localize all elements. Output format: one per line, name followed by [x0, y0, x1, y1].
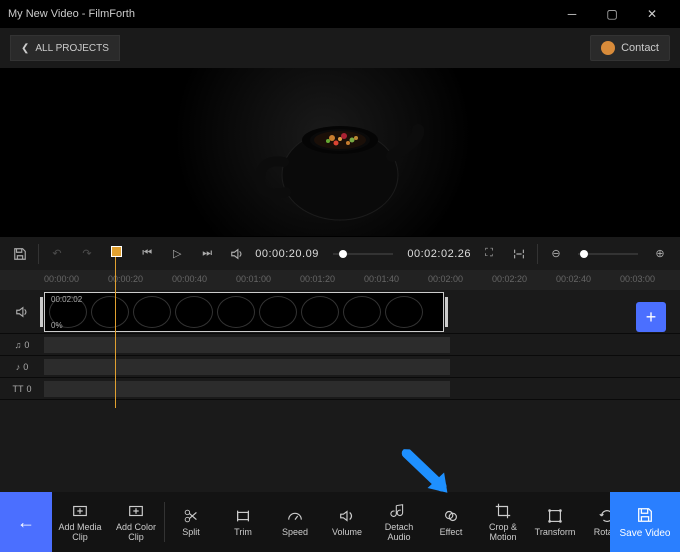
preview-area [0, 68, 680, 236]
fullscreen-button[interactable]: ⛶ [477, 242, 501, 266]
video-clip[interactable]: 00:02:02 0% [44, 292, 444, 332]
ruler-mark: 00:01:40 [364, 274, 399, 284]
save-project-button[interactable] [8, 242, 32, 266]
effect-button[interactable]: Effect [425, 492, 477, 552]
music-lane[interactable] [44, 337, 450, 353]
text-lane[interactable] [44, 381, 450, 397]
timeline: 00:02:02 0% + ♫ 0 ♪ 0 TT 0 [0, 290, 680, 460]
maximize-button[interactable]: ▢ [592, 0, 632, 28]
rotate-button[interactable]: Rotate [581, 492, 610, 552]
next-frame-button[interactable]: ⏭ [195, 242, 219, 266]
contact-icon [601, 41, 615, 55]
save-icon [636, 506, 654, 524]
chevron-left-icon: ❮ [21, 43, 29, 54]
contact-label: Contact [621, 42, 659, 54]
minimize-button[interactable]: ─ [552, 0, 592, 28]
tutorial-arrow-icon [397, 449, 459, 501]
speed-button[interactable]: Speed [269, 492, 321, 552]
text-icon: TT 0 [0, 384, 44, 394]
bottom-toolbar: ← Add Media Clip Add Color Clip Split Tr… [0, 492, 680, 552]
snap-button[interactable] [507, 242, 531, 266]
preview-canvas[interactable] [170, 68, 510, 236]
ruler-mark: 00:02:20 [492, 274, 527, 284]
audio-track[interactable]: ♪ 0 [0, 356, 680, 378]
transport-bar: ↶ ↷ ⏮ ▷ ⏭ 00:00:20.09 00:02:02.26 ⛶ ⊖ ⊕ [0, 236, 680, 270]
volume-button[interactable]: Volume [321, 492, 373, 552]
playhead[interactable] [115, 248, 116, 408]
ruler-mark: 00:01:00 [236, 274, 271, 284]
clip-opacity: 0% [51, 321, 63, 330]
ruler-mark: 00:00:00 [44, 274, 79, 284]
transform-button[interactable]: Transform [529, 492, 581, 552]
all-projects-button[interactable]: ❮ ALL PROJECTS [10, 35, 120, 61]
audio-lane[interactable] [44, 359, 450, 375]
window-title: My New Video - FilmForth [8, 8, 135, 20]
back-button[interactable]: ← [0, 492, 52, 552]
contact-button[interactable]: Contact [590, 35, 670, 61]
total-time: 00:02:02.26 [407, 248, 471, 260]
clip-duration: 00:02:02 [51, 295, 82, 304]
zoom-in-button[interactable]: ⊕ [648, 242, 672, 266]
ruler-mark: 00:00:20 [108, 274, 143, 284]
current-time: 00:00:20.09 [255, 248, 319, 260]
top-bar: ❮ ALL PROJECTS Contact [0, 28, 680, 68]
track-audio-icon[interactable] [0, 305, 44, 319]
preview-image [240, 80, 440, 230]
play-button[interactable]: ▷ [165, 242, 189, 266]
text-track[interactable]: TT 0 [0, 378, 680, 400]
prev-frame-button[interactable]: ⏮ [135, 242, 159, 266]
undo-button[interactable]: ↶ [45, 242, 69, 266]
audio-icon: ♪ 0 [0, 362, 44, 372]
save-video-button[interactable]: Save Video [610, 492, 680, 552]
music-icon: ♫ 0 [0, 340, 44, 350]
add-track-button[interactable]: + [636, 302, 666, 332]
split-button[interactable]: Split [165, 492, 217, 552]
add-color-clip-button[interactable]: Add Color Clip [108, 492, 164, 552]
timeline-ruler[interactable]: 00:00:00 00:00:20 00:00:40 00:01:00 00:0… [0, 270, 680, 290]
music-track[interactable]: ♫ 0 [0, 334, 680, 356]
detach-audio-button[interactable]: Detach Audio [373, 492, 425, 552]
zoom-slider[interactable] [578, 253, 638, 255]
ruler-mark: 00:00:40 [172, 274, 207, 284]
ruler-mark: 00:02:40 [556, 274, 591, 284]
trim-button[interactable]: Trim [217, 492, 269, 552]
video-track[interactable]: 00:02:02 0% + [0, 290, 680, 334]
add-media-clip-button[interactable]: Add Media Clip [52, 492, 108, 552]
redo-button[interactable]: ↷ [75, 242, 99, 266]
ruler-mark: 00:03:00 [620, 274, 655, 284]
ruler-mark: 00:01:20 [300, 274, 335, 284]
close-button[interactable]: ✕ [632, 0, 672, 28]
zoom-out-button[interactable]: ⊖ [544, 242, 568, 266]
all-projects-label: ALL PROJECTS [35, 43, 109, 54]
mute-button[interactable] [225, 242, 249, 266]
crop-motion-button[interactable]: Crop & Motion [477, 492, 529, 552]
progress-slider[interactable] [333, 253, 394, 255]
title-bar: My New Video - FilmForth ─ ▢ ✕ [0, 0, 680, 28]
ruler-mark: 00:02:00 [428, 274, 463, 284]
